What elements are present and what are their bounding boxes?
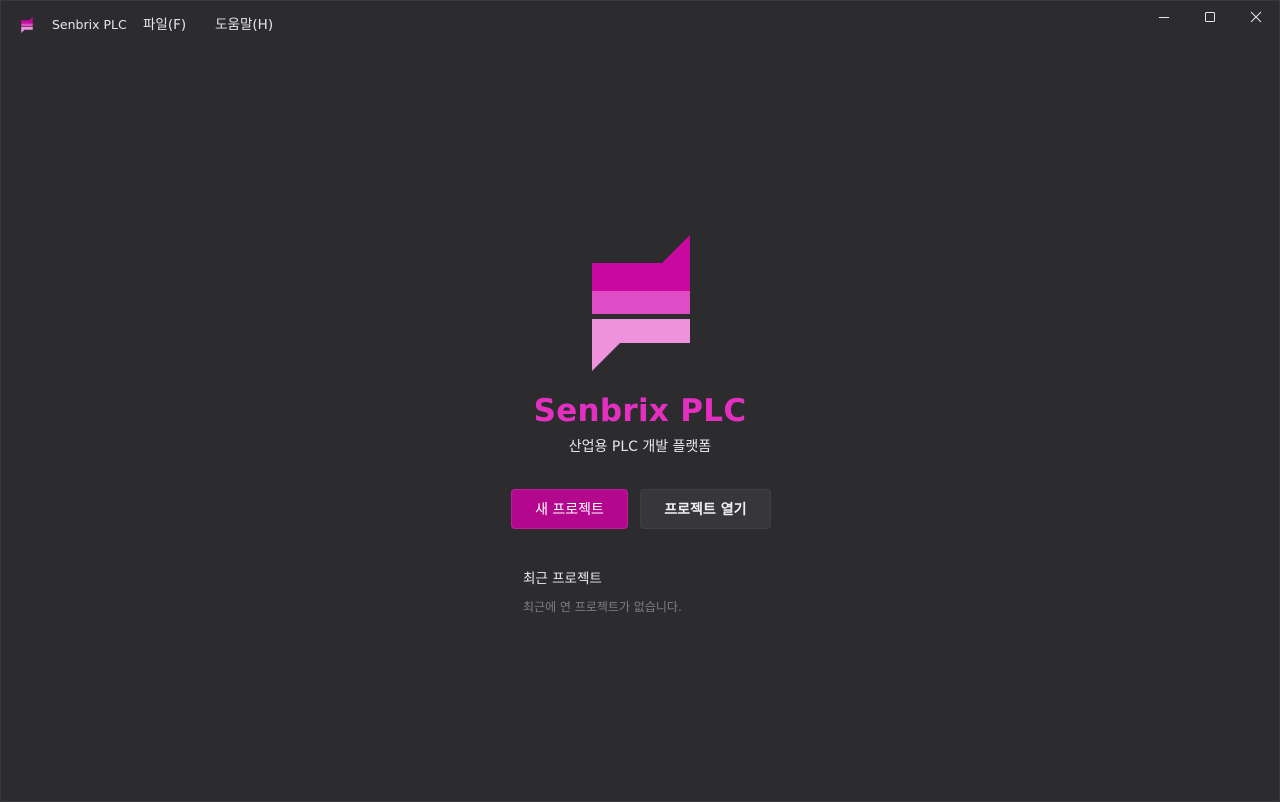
open-project-button[interactable]: 프로젝트 열기 — [640, 489, 771, 529]
hero-title: Senbrix PLC — [533, 393, 747, 429]
welcome-screen: Senbrix PLC 산업용 PLC 개발 플랫폼 새 프로젝트 프로젝트 열… — [1, 1, 1279, 801]
new-project-button[interactable]: 새 프로젝트 — [511, 489, 628, 529]
recent-projects-empty: 최근에 연 프로젝트가 없습니다. — [523, 600, 682, 614]
hero-subtitle: 산업용 PLC 개발 플랫폼 — [568, 439, 712, 455]
app-window: Senbrix PLC 파일(F) 도움말(H) Senbrix PLC 산업용… — [0, 0, 1280, 802]
senbrix-logo-icon — [592, 235, 690, 371]
recent-projects-heading: 최근 프로젝트 — [523, 571, 602, 587]
